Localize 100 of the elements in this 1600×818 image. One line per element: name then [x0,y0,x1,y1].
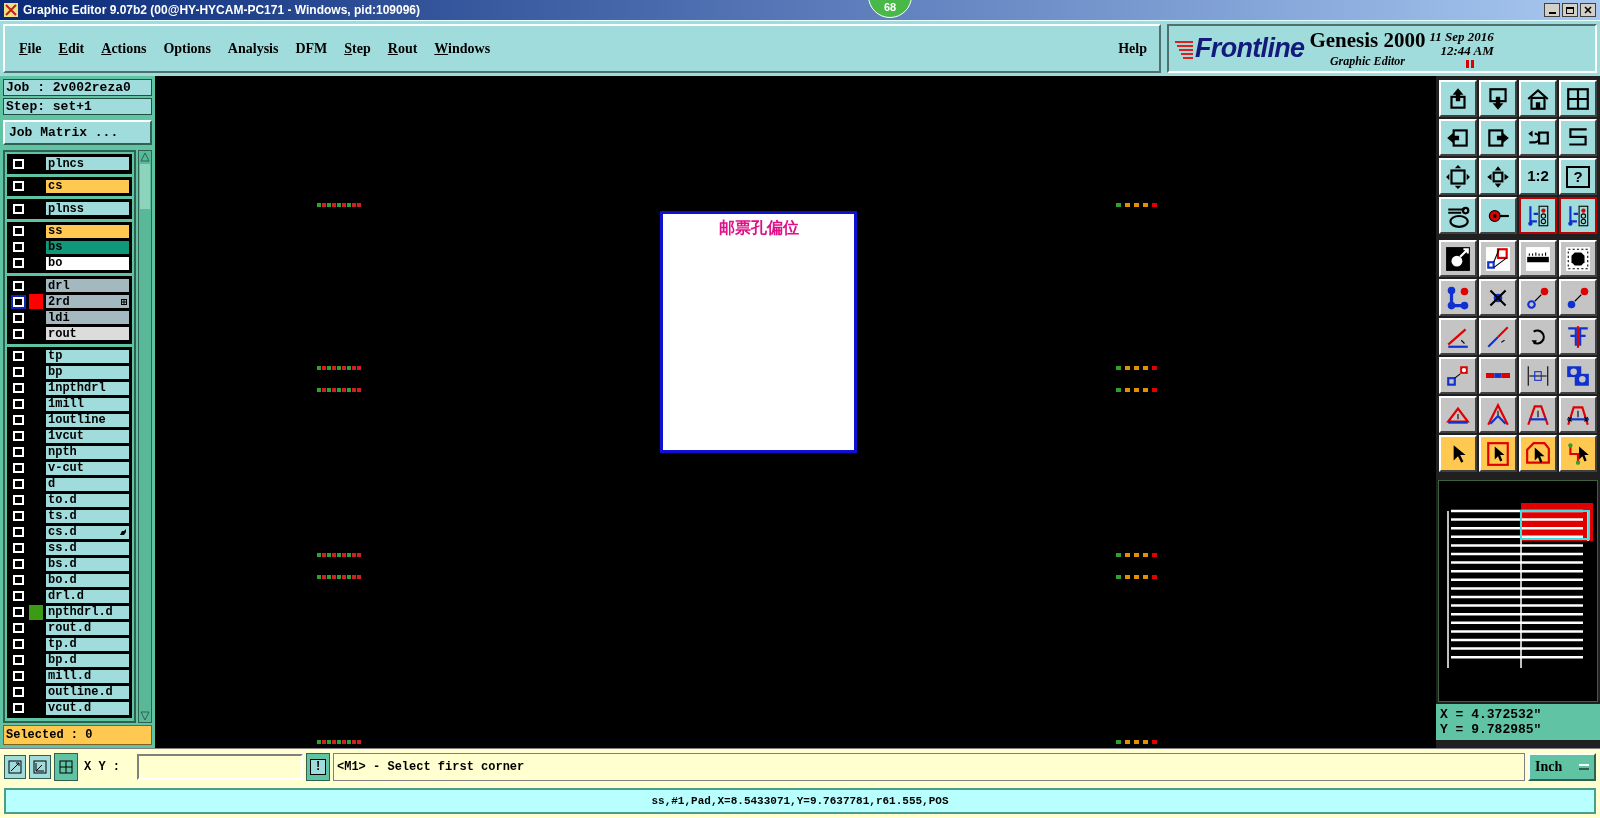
layer-name-field[interactable]: rout [45,326,130,342]
tool-button[interactable] [54,752,78,781]
layer-name: 2rd [48,295,70,308]
layer-name: ts.d [48,510,77,523]
menu-item[interactable]: Actions [101,38,147,59]
layer-name: npthdrl.d [48,606,113,619]
menu-item[interactable]: Analysis [227,38,279,59]
layer-name-field[interactable]: drl.d [45,588,130,604]
pad-row [317,740,361,744]
connected-dots-icon [1445,284,1471,311]
tool-button[interactable] [1519,197,1557,234]
layer-name-field[interactable]: 2rd [45,294,130,310]
tool-button[interactable] [29,754,51,779]
tool-button[interactable]: 1:2 [1519,158,1557,195]
layer-name: bs.d [48,558,77,571]
scrollbar[interactable] [138,150,152,723]
layer-name: 1npthdrl [48,382,106,395]
layer-name-field[interactable]: 1mill [45,396,130,412]
pointer-icon [1525,440,1551,467]
ruler-icon [1525,245,1551,272]
pointer-icon [1485,440,1511,467]
layer-name-field[interactable]: to.d [45,492,130,508]
pad-row [1116,388,1157,392]
prompt-message: <M1> - Select first corner [333,752,1525,781]
menu-item[interactable]: Step [344,38,371,59]
layer-name-field[interactable]: bs [45,239,130,255]
layer-name-field[interactable]: ss.d [45,540,130,556]
close-button[interactable] [1580,3,1596,17]
layer-name: drl.d [48,590,84,603]
layer-name-field[interactable]: npth [45,444,130,460]
minimize-button[interactable] [1544,3,1560,17]
route-pointer-icon [1565,440,1591,467]
layer-name-field[interactable]: rout.d [45,620,130,636]
layer-name-field[interactable]: bo [45,255,130,271]
tool-button[interactable]: ? [1559,158,1597,195]
tool-button[interactable] [1559,197,1597,234]
maximize-button[interactable] [1562,3,1578,17]
job-matrix-button[interactable]: Job Matrix ... [3,120,152,145]
scroll-down-arrow-icon [140,711,150,721]
layer-name: bp [48,366,63,379]
minimize-icon [1548,12,1556,14]
menu-item[interactable]: Options [163,38,211,59]
pad-row [1116,203,1157,207]
layer-name-field[interactable]: plncs [45,156,130,172]
layer-name-field[interactable]: d [45,476,130,492]
layer-name: outline.d [48,686,113,699]
dashed-pad-icon [1565,245,1591,272]
layer-name-field[interactable]: tp.d [45,636,130,652]
snap-icon [8,759,22,774]
triangle-icon [1485,401,1511,428]
layer-name: bo.d [48,574,77,587]
layer-name-field[interactable]: 1npthdrl [45,380,130,396]
layer-name-field[interactable]: npthdrl.d [45,604,130,620]
pad-row [1116,740,1157,744]
layer-name-field[interactable]: bo.d [45,572,130,588]
layer-name-field[interactable]: cs [45,178,130,194]
menu-item[interactable]: File [19,38,42,59]
layer-name-field[interactable]: vcut.d [45,700,130,716]
layer-name-field[interactable]: mill.d [45,668,130,684]
layer-name-field[interactable]: cs.d [45,524,130,540]
brand-logo: Frontline [1195,35,1305,62]
pad-row [1116,366,1157,370]
layer-name: tp [48,350,63,363]
layer-name-field[interactable]: 1outline [45,412,130,428]
alert-button[interactable]: ! [306,752,330,781]
layer-name-field[interactable]: drl [45,278,130,294]
layer-name-field[interactable]: ts.d [45,508,130,524]
coordinate-input[interactable] [137,753,303,780]
menu-item[interactable]: DFM [295,38,328,59]
tool-button[interactable] [4,754,26,779]
layer-name-field[interactable]: v-cut [45,460,130,476]
grid-icon [59,759,73,774]
status-bar: ss,#1,Pad,X=8.5433071,Y=9.7637781,r61.555,POS [4,788,1596,814]
menu-item[interactable]: Edit [58,38,85,59]
scroll-thumb[interactable] [140,164,150,209]
layer-name-field[interactable]: ldi [45,310,130,326]
layer-name-field[interactable]: bp.d [45,652,130,668]
layer-name-field[interactable]: ss [45,223,130,239]
pad-row [1116,553,1157,557]
layer-name-field[interactable]: 1vcut [45,428,130,444]
layer-name-field[interactable]: outline.d [45,684,130,700]
layer-name: npth [48,446,77,459]
layer-name-field[interactable]: bp [45,364,130,380]
pad-row [317,575,361,579]
expand-arrows-icon [1445,163,1471,190]
layer-name: bo [48,257,63,270]
app-icon [4,3,18,17]
menu-item[interactable]: Help [1118,38,1147,59]
layer-name-field[interactable]: tp [45,348,130,364]
units-dropdown[interactable]: Inch [1528,752,1596,781]
menu-item[interactable]: Windows [434,38,491,59]
layer-name-field[interactable]: bs.d [45,556,130,572]
xy-label: X Y : [84,758,120,776]
layer-name-field[interactable]: plnss [45,201,130,217]
layer-name: d [48,478,56,491]
layer-name: bp.d [48,654,77,667]
note-title: 邮票孔偏位 [718,217,799,236]
y-coordinate: Y = 9.782985" [1440,722,1543,737]
menu-item[interactable]: Rout [387,38,418,59]
layer-name: tp.d [48,638,77,651]
